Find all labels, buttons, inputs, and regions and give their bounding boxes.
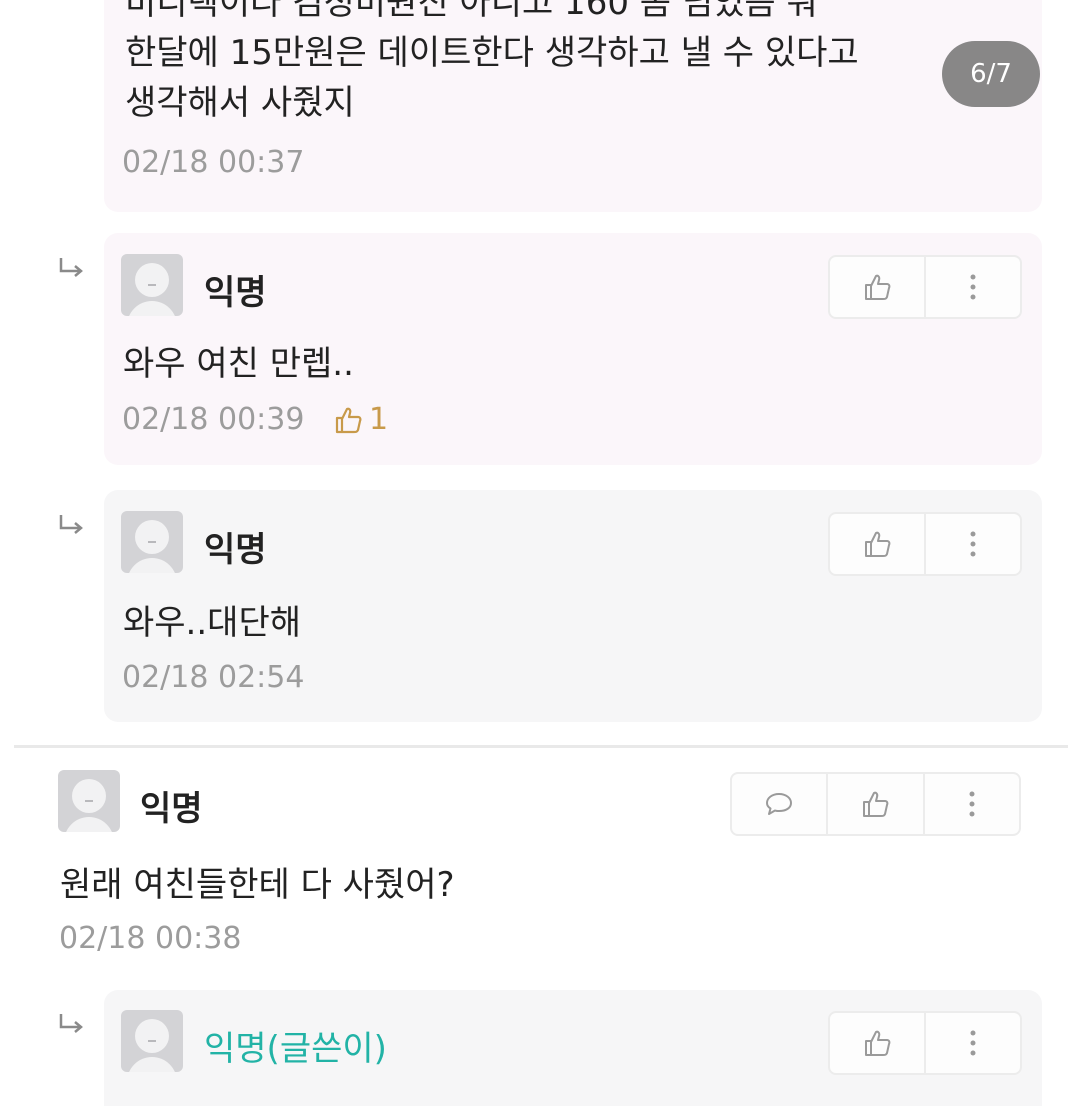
reply-author: 익명 [204, 273, 267, 313]
comment-divider [14, 745, 1068, 748]
more-vertical-icon [970, 531, 976, 557]
more-vertical-icon [970, 274, 976, 300]
reply-text: 와우..대단해 [123, 603, 302, 643]
reply-actions [828, 255, 1022, 319]
reply-arrow-icon [59, 1014, 83, 1033]
reply-actions [828, 512, 1022, 576]
reply-author: 익명 [204, 530, 267, 570]
more-button[interactable] [924, 514, 1020, 574]
reply-arrow-icon [59, 515, 83, 534]
avatar [58, 770, 120, 832]
avatar [121, 1010, 183, 1072]
reply-timestamp: 02/18 00:39 [122, 402, 305, 437]
page-indicator: 6/7 [942, 41, 1040, 107]
reply-button[interactable] [732, 774, 826, 834]
thumbs-up-icon [865, 274, 891, 300]
thumbs-up-icon [335, 407, 362, 433]
like-count: 1 [333, 402, 388, 437]
comment-timestamp: 02/18 00:38 [59, 921, 242, 956]
comment-actions [730, 772, 1021, 836]
more-button[interactable] [924, 1013, 1020, 1073]
avatar [121, 254, 183, 316]
more-vertical-icon [970, 1030, 976, 1056]
more-vertical-icon [969, 791, 975, 817]
comment-text: 원래 여친들한테 다 사줬어? [60, 865, 455, 905]
like-button[interactable] [830, 257, 924, 317]
thumbs-up-icon [865, 531, 891, 557]
reply-timestamp: 02/18 00:37 [122, 145, 305, 180]
thumbs-up-icon [865, 1030, 891, 1056]
comment-author: 익명 [140, 789, 203, 829]
reply-text-line-3: 생각해서 사줬지 [125, 83, 355, 123]
like-count-value: 1 [369, 402, 389, 437]
reply-arrow-icon [59, 258, 83, 277]
reply-text-line-1: 비디렉이라 검정미원진 아니고 160 좀 넘었음 뭐 [125, 0, 818, 23]
reply-text: 와우 여친 만렙.. [123, 344, 354, 384]
like-button[interactable] [830, 1013, 924, 1073]
like-button[interactable] [826, 774, 922, 834]
more-button[interactable] [924, 257, 1020, 317]
thumbs-up-icon [863, 791, 889, 817]
reply-actions [828, 1011, 1022, 1075]
speech-bubble-icon [766, 793, 793, 815]
like-button[interactable] [830, 514, 924, 574]
reply-text-line-2: 한달에 15만원은 데이트한다 생각하고 낼 수 있다고 [125, 33, 859, 73]
avatar [121, 511, 183, 573]
reply-timestamp: 02/18 02:54 [122, 660, 305, 695]
more-button[interactable] [922, 774, 1019, 834]
reply-author-op: 익명(글쓴이) [204, 1029, 387, 1069]
